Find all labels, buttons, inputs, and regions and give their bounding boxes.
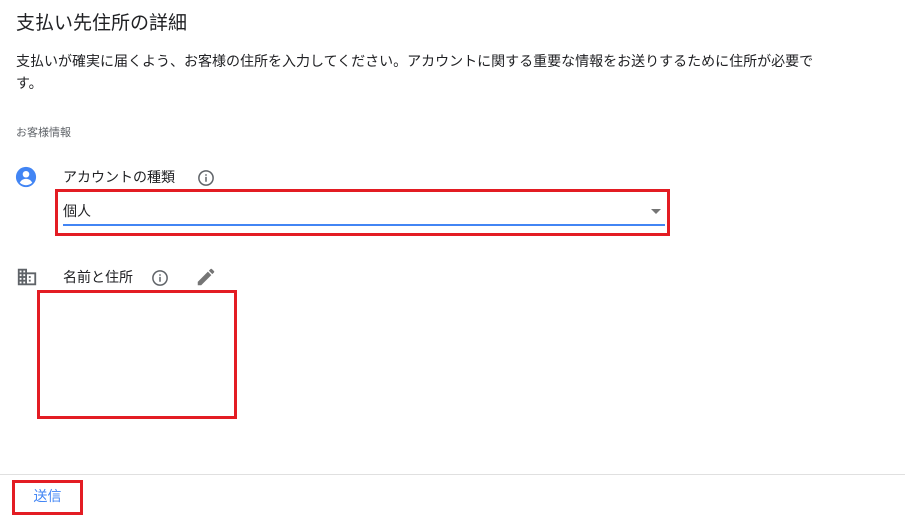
name-address-label: 名前と住所	[63, 270, 133, 286]
account-type-select[interactable]: 個人	[63, 200, 665, 226]
name-address-info-icon[interactable]	[151, 269, 169, 287]
dropdown-arrow-icon	[651, 209, 661, 214]
account-type-info-icon[interactable]	[197, 169, 215, 187]
payment-address-details-page: 支払い先住所の詳細 支払いが確実に届くよう、お客様の住所を入力してください。アカ…	[0, 0, 905, 521]
description-line-1: 支払いが確実に届くよう、お客様の住所を入力してください。アカウントに関する重要な…	[16, 54, 814, 70]
customer-info-section-label: お客様情報	[16, 126, 71, 139]
submit-button[interactable]: 送信	[15, 483, 80, 512]
account-type-selected-value: 個人	[63, 204, 91, 220]
address-highlight-box	[37, 290, 237, 419]
account-type-label: アカウントの種類	[63, 170, 175, 186]
building-icon	[17, 268, 37, 286]
page-title: 支払い先住所の詳細	[16, 12, 188, 34]
page-description: 支払いが確実に届くよう、お客様の住所を入力してください。アカウントに関する重要な…	[16, 51, 905, 95]
description-line-2: す。	[16, 76, 43, 92]
pencil-edit-icon[interactable]	[195, 266, 217, 288]
account-circle-icon	[15, 166, 37, 188]
footer-divider	[0, 474, 905, 475]
